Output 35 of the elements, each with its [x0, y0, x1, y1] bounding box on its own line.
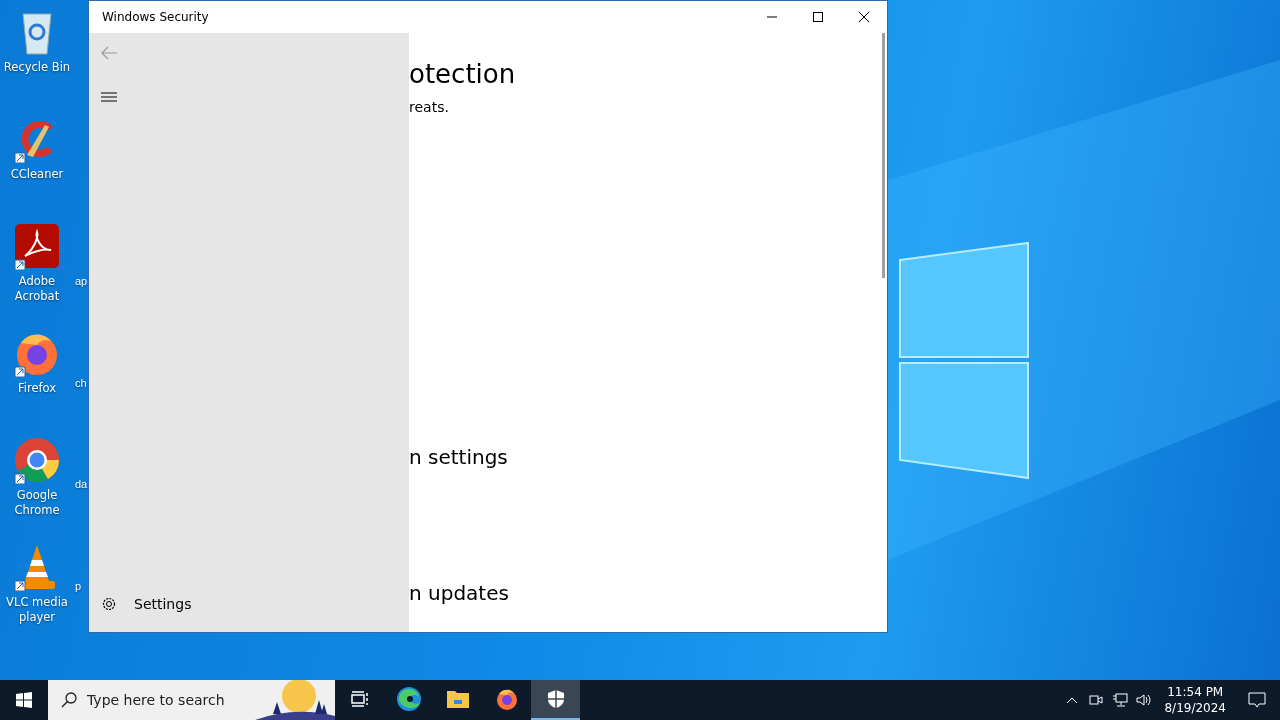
desktop-icon-label[interactable]: VLC media player — [1, 595, 73, 625]
task-view-icon — [350, 691, 369, 707]
maximize-icon — [813, 12, 823, 22]
desktop-icon-label[interactable]: Recycle Bin — [1, 60, 73, 75]
settings-icon — [101, 596, 117, 612]
section-heading: n updates — [409, 581, 509, 605]
taskbar-app-button[interactable] — [531, 680, 580, 720]
scrollbar[interactable] — [882, 33, 885, 278]
desktop-icon-label[interactable]: Adobe Acrobat — [1, 274, 73, 304]
window-title: Windows Security — [101, 10, 210, 24]
desktop-icon-label[interactable]: CCleaner — [1, 167, 73, 182]
menu-icon — [101, 92, 117, 102]
close-icon — [859, 12, 869, 22]
clock-date[interactable]: 8/19/2024 — [1164, 700, 1226, 716]
desktop-icon-label[interactable]: Google Chrome — [1, 488, 73, 518]
back-arrow-icon — [101, 46, 117, 60]
page-description: reats. — [409, 99, 449, 115]
clock-time[interactable]: 11:54 PM — [1167, 684, 1224, 700]
search-field[interactable]: Type here to search — [48, 680, 335, 720]
folder-icon — [445, 689, 470, 709]
shield-icon — [546, 689, 565, 709]
page-heading: otection — [409, 59, 516, 89]
firefox-icon — [494, 687, 519, 711]
chrome-icon — [13, 436, 61, 484]
acrobat-icon — [13, 222, 61, 270]
desktop-icon-label[interactable]: Firefox — [1, 381, 73, 396]
desktop-icon-label[interactable]: p — [74, 578, 82, 680]
desktop-icon-label[interactable]: ap — [74, 274, 88, 376]
section-heading: n settings — [409, 445, 508, 469]
edge-icon — [395, 686, 422, 712]
search-icon — [61, 692, 77, 708]
desktop-icon-label[interactable]: ch — [74, 375, 87, 477]
desktop-icon-label[interactable]: da — [74, 477, 88, 579]
windows-logo-icon — [16, 692, 32, 708]
settings-nav-item[interactable]: Settings — [89, 584, 409, 624]
